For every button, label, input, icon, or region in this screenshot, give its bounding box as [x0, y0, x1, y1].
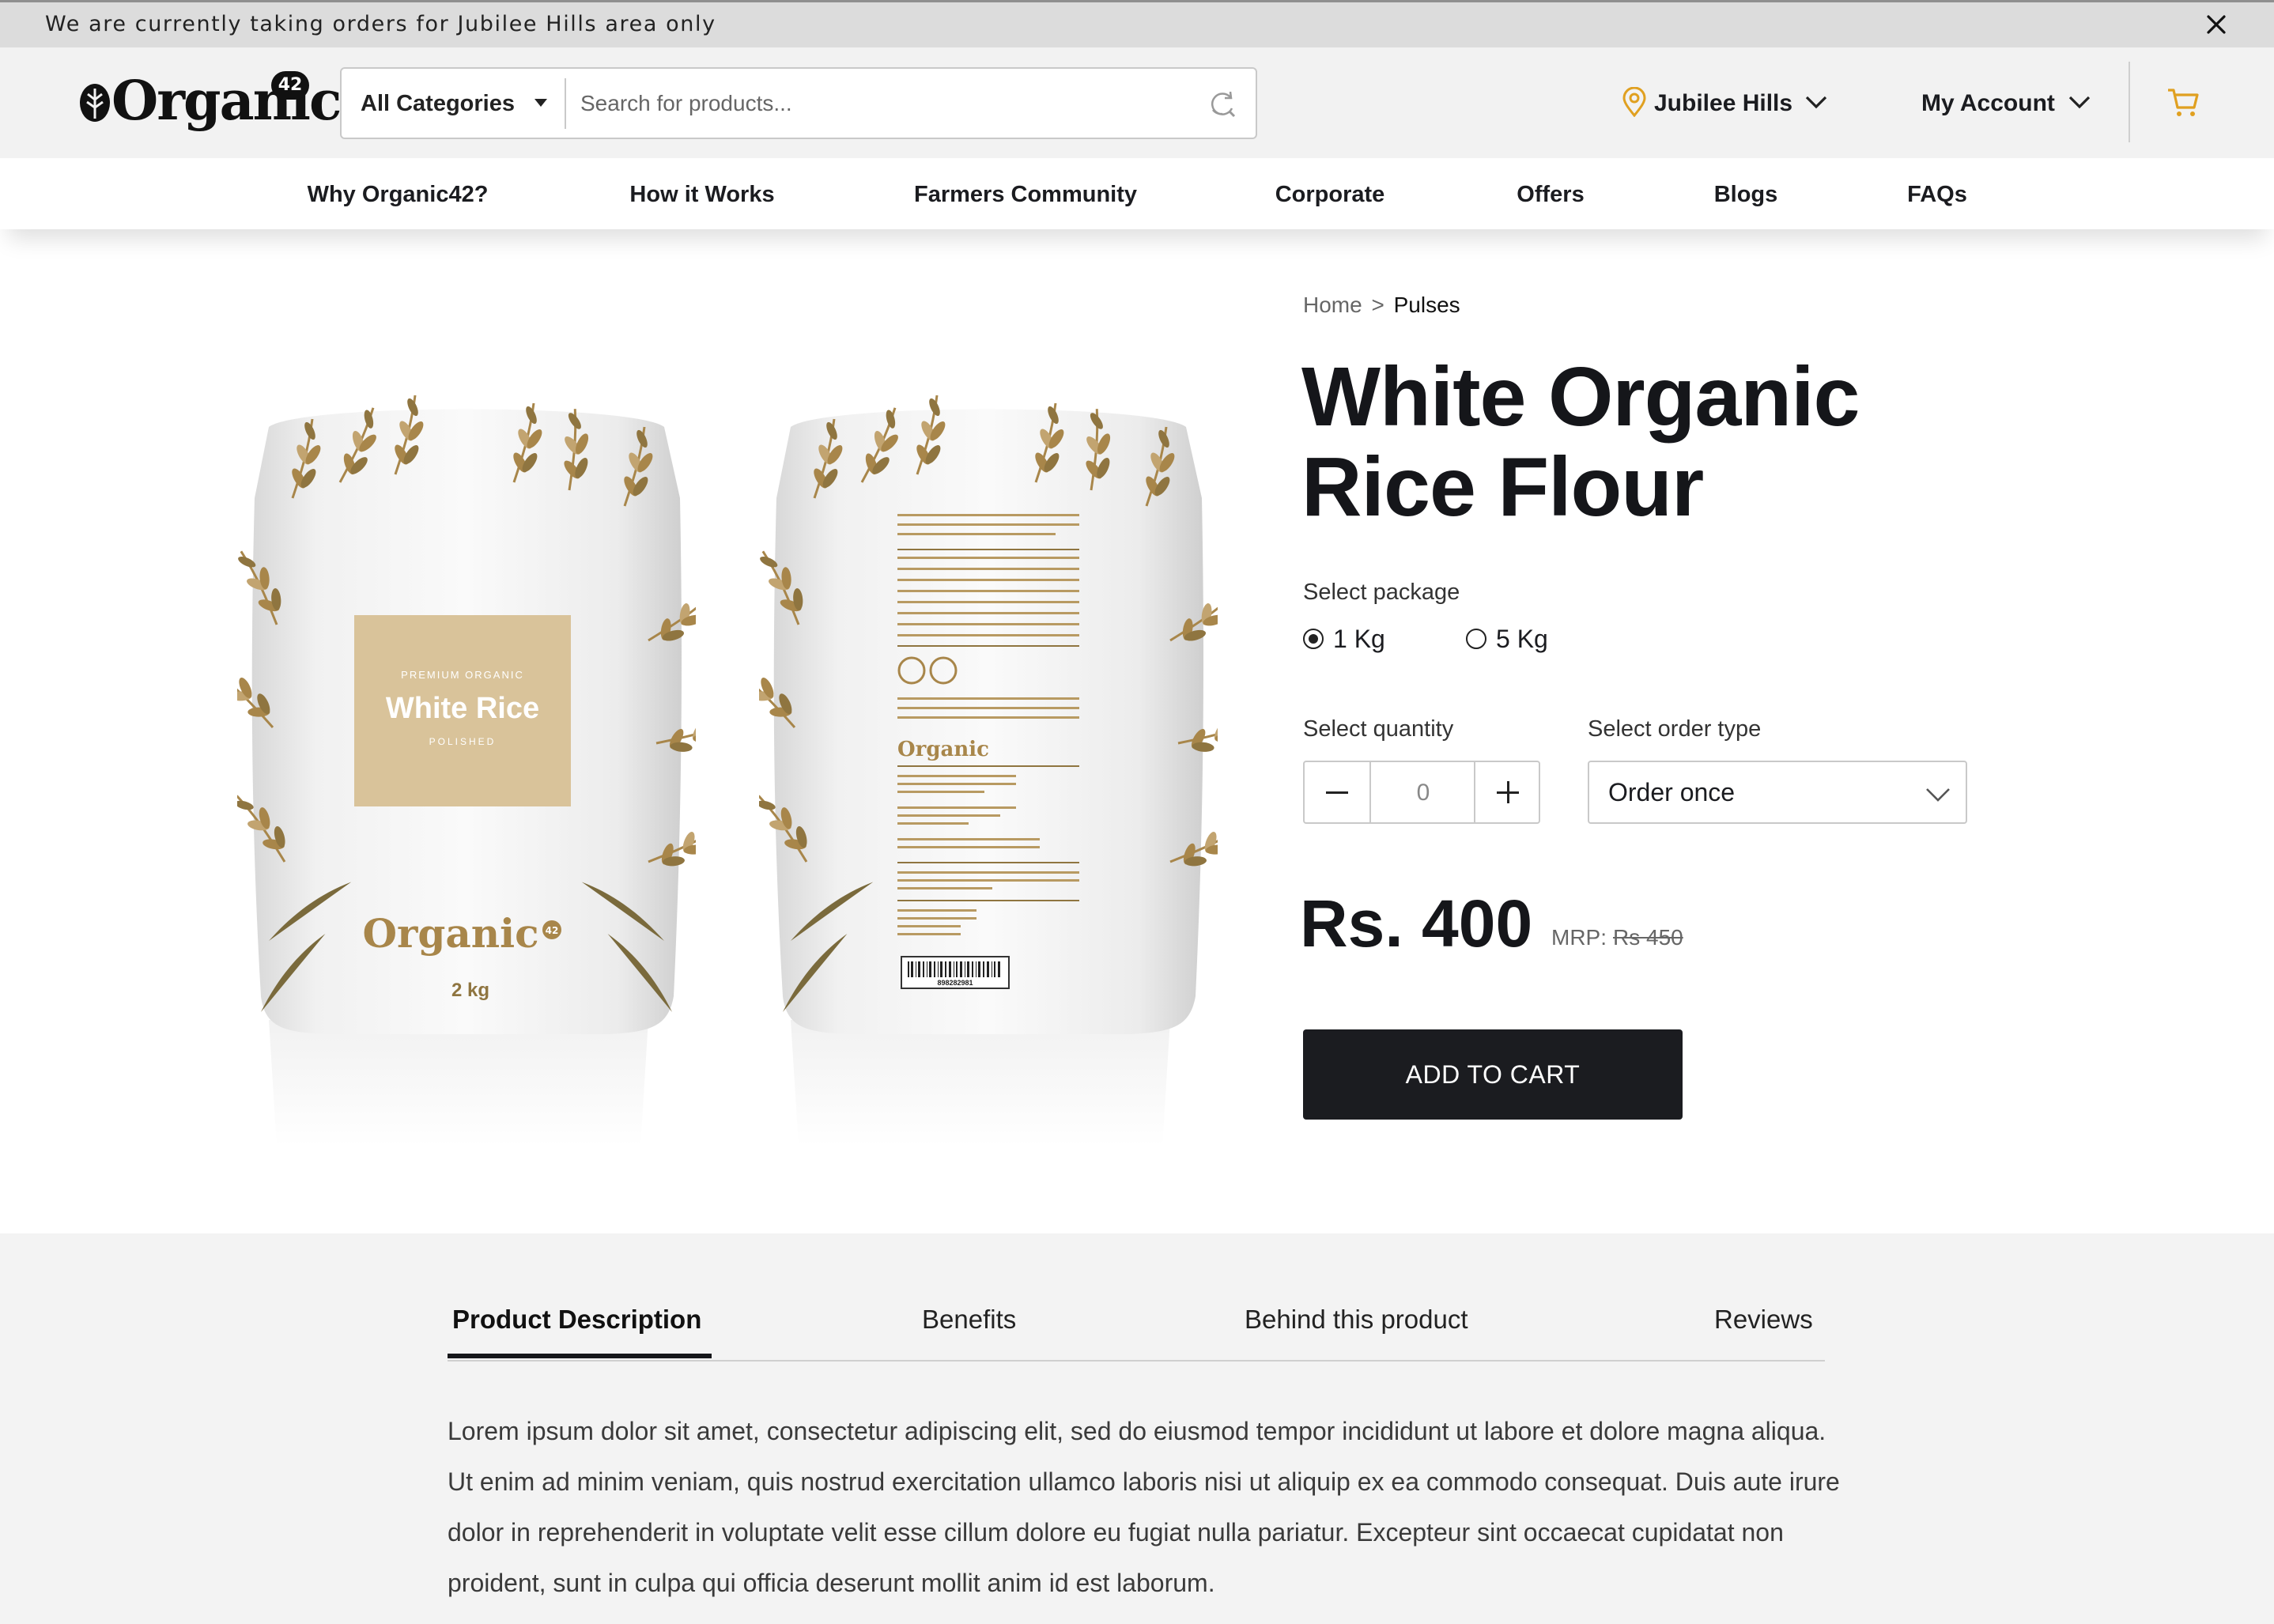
- quantity-input[interactable]: [1371, 762, 1475, 824]
- package-option-label: 1 Kg: [1333, 625, 1385, 653]
- nav-why-organic42[interactable]: Why Organic42?: [308, 182, 489, 208]
- caret-down-icon: [535, 99, 547, 107]
- quantity-decrease-button[interactable]: [1305, 762, 1371, 822]
- bag-back-illustration: Organic 898282981: [723, 394, 1264, 1146]
- bag-label-title: White Rice: [386, 692, 539, 725]
- logo-badge: 42: [271, 71, 309, 100]
- product-title-line1: White Organic: [1301, 350, 1860, 444]
- quantity-label: Select quantity: [1303, 716, 1454, 742]
- bag-back-brand: Organic: [897, 738, 989, 761]
- order-type-label: Select order type: [1588, 716, 1762, 742]
- leaf-icon: [80, 84, 110, 122]
- product-price: Rs. 400: [1300, 886, 1533, 961]
- tab-behind-this-product[interactable]: Behind this product: [1245, 1305, 1468, 1335]
- main-nav: Why Organic42? How it Works Farmers Comm…: [0, 158, 2274, 229]
- quantity-increase-button[interactable]: [1474, 762, 1540, 822]
- product-description-text: Lorem ipsum dolor sit amet, consectetur …: [448, 1417, 1840, 1597]
- chevron-down-icon: [1805, 96, 1827, 109]
- nav-corporate[interactable]: Corporate: [1275, 182, 1385, 208]
- cart-icon[interactable]: [2166, 87, 2200, 119]
- logo[interactable]: Organic 42: [75, 70, 342, 133]
- order-type-select[interactable]: Order once: [1588, 761, 1967, 824]
- search-input[interactable]: [579, 77, 1199, 130]
- nav-blogs[interactable]: Blogs: [1714, 182, 1778, 208]
- nav-offers[interactable]: Offers: [1517, 182, 1584, 208]
- order-type-value: Order once: [1608, 778, 1736, 806]
- category-label: All Categories: [361, 91, 515, 116]
- search-divider: [565, 78, 566, 129]
- category-select[interactable]: All Categories: [342, 69, 565, 138]
- breadcrumb-separator: >: [1371, 293, 1384, 317]
- location-label: Jubilee Hills: [1654, 90, 1793, 116]
- product-image-back: Organic 898282981: [723, 387, 1264, 1162]
- location-pin-icon: [1622, 87, 1646, 117]
- announcement-text: We are currently taking orders for Jubil…: [45, 12, 716, 36]
- radio-selected-icon[interactable]: [1303, 629, 1324, 649]
- close-icon[interactable]: [2204, 13, 2228, 36]
- nav-faqs[interactable]: FAQs: [1907, 182, 1967, 208]
- active-tab-indicator: [448, 1354, 712, 1358]
- bag-front-illustration: PREMIUM ORGANIC White Rice POLISHED Orga…: [201, 394, 742, 1146]
- product-details-section: Product Description Benefits Behind this…: [0, 1233, 2274, 1624]
- announcement-bar: We are currently taking orders for Jubil…: [0, 0, 2274, 47]
- product-title: White Organic Rice Flour: [1301, 352, 2013, 532]
- breadcrumb-current[interactable]: Pulses: [1394, 293, 1460, 317]
- tab-product-description[interactable]: Product Description: [452, 1305, 701, 1335]
- package-option-label: 5 Kg: [1496, 625, 1548, 653]
- header-divider: [2129, 62, 2130, 142]
- bag-barcode-number: 898282981: [937, 979, 973, 987]
- package-label: Select package: [1303, 580, 1460, 605]
- mrp-value: Rs 450: [1613, 925, 1683, 950]
- radio-unselected-icon[interactable]: [1466, 629, 1486, 649]
- nav-how-it-works[interactable]: How it Works: [629, 182, 774, 208]
- details-tabs: Product Description Benefits Behind this…: [448, 1305, 1825, 1362]
- account-label: My Account: [1921, 90, 2055, 116]
- bag-brand: Organic: [362, 910, 538, 957]
- product-title-line2: Rice Flour: [1301, 440, 1704, 534]
- site-header: Organic 42 All Categories Jubilee Hills …: [0, 47, 2274, 158]
- product-image-front: PREMIUM ORGANIC White Rice POLISHED Orga…: [201, 387, 742, 1162]
- breadcrumb-home[interactable]: Home: [1303, 293, 1362, 317]
- mrp-label: MRP:: [1551, 925, 1607, 950]
- chevron-down-icon: [1926, 788, 1950, 802]
- bag-weight: 2 kg: [451, 980, 489, 1001]
- quantity-stepper: [1303, 761, 1540, 824]
- tab-reviews[interactable]: Reviews: [1714, 1305, 1813, 1335]
- bag-label-sub: POLISHED: [429, 736, 497, 747]
- search-bar: All Categories: [340, 67, 1257, 139]
- chevron-down-icon: [2068, 96, 2091, 109]
- nav-farmers-community[interactable]: Farmers Community: [914, 182, 1137, 208]
- bag-label-small: PREMIUM ORGANIC: [401, 669, 524, 681]
- add-to-cart-button[interactable]: ADD TO CART: [1303, 1029, 1683, 1120]
- search-icon[interactable]: [1207, 88, 1238, 119]
- tab-benefits[interactable]: Benefits: [922, 1305, 1016, 1335]
- breadcrumb: Home > Pulses: [1303, 293, 1460, 318]
- bag-brand-badge: 42: [546, 925, 559, 936]
